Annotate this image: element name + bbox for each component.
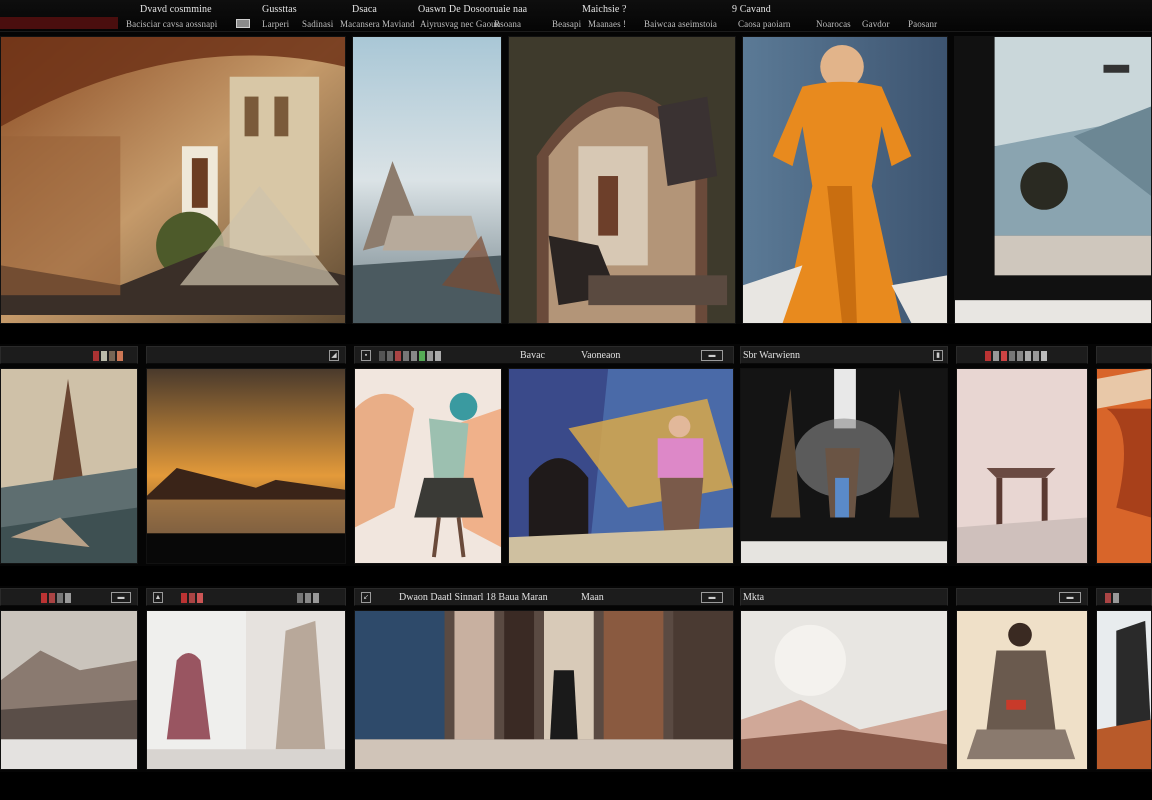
panel-subtitle: Maan xyxy=(581,592,604,603)
gallery-tile-art xyxy=(355,369,501,563)
panel-options-icon[interactable]: ▬ xyxy=(701,592,723,603)
panel-options-icon[interactable]: ▬ xyxy=(1059,592,1081,603)
panel-header: Mkta xyxy=(740,588,948,606)
gallery-tile-art xyxy=(355,611,733,769)
gallery-tile-art xyxy=(957,369,1087,563)
menu-item[interactable]: Gussttas xyxy=(262,4,297,15)
menu-item[interactable]: Dvavd cosmmine xyxy=(140,4,212,15)
gallery-tile-seated-figure[interactable] xyxy=(956,610,1088,770)
gallery-tile-pagoda[interactable] xyxy=(0,368,138,564)
color-swatches[interactable] xyxy=(1105,593,1119,603)
top-menu-bar: Dvavd cosmmine Gussttas Dsaca Oaswn De D… xyxy=(0,0,1152,32)
gallery-tile-sail-sky[interactable] xyxy=(352,36,502,324)
gallery-tile-art xyxy=(509,37,735,323)
menu-item[interactable]: Noarocas xyxy=(816,19,851,29)
color-swatches[interactable] xyxy=(379,351,441,361)
menu-item[interactable]: Maviand xyxy=(382,19,415,29)
panel-options-icon[interactable]: ▮ xyxy=(933,350,943,361)
menu-item[interactable]: Rsoana xyxy=(494,19,521,29)
menu-item[interactable]: Gavdor xyxy=(862,19,890,29)
row-divider xyxy=(0,566,1152,586)
menu-item[interactable]: Beasapi xyxy=(552,19,581,29)
gallery-tile-pale-moon[interactable] xyxy=(740,610,948,770)
gallery-tile-art xyxy=(509,369,733,563)
color-swatches[interactable] xyxy=(181,593,203,603)
menu-item[interactable]: Macansera xyxy=(340,19,380,29)
gallery-tile-art xyxy=(741,369,947,563)
color-swatches[interactable] xyxy=(41,593,71,603)
gallery-tile-art xyxy=(1,369,137,563)
gallery-tile-icon xyxy=(1,37,345,323)
menu-item[interactable]: Caosa paoiarn xyxy=(738,19,791,29)
gallery-tile-art xyxy=(741,611,947,769)
gallery-tile-art xyxy=(1097,369,1151,563)
menu-accent-strip xyxy=(0,17,118,29)
menu-item[interactable]: 9 Cavand xyxy=(732,4,771,15)
gallery-tile-art xyxy=(147,369,345,563)
panel-header: ▲ xyxy=(146,588,346,606)
panel-options-icon[interactable]: ▲ xyxy=(153,592,163,603)
panel-options-icon[interactable]: ▪ xyxy=(361,350,371,361)
color-swatches[interactable] xyxy=(297,593,319,603)
panel-title: Bavac xyxy=(520,350,545,361)
panel-header: ▪ Bavac Vaoneaon ▬ xyxy=(354,346,734,364)
gallery-tile-art xyxy=(353,37,501,323)
panel-header xyxy=(956,346,1088,364)
row-divider xyxy=(0,324,1152,344)
gallery-tile-interior-scene[interactable] xyxy=(0,36,346,324)
menu-item[interactable]: Sadinasi xyxy=(302,19,333,29)
gallery-tile-sunset-sea[interactable] xyxy=(146,368,346,564)
menu-item[interactable]: Dsaca xyxy=(352,4,377,15)
color-swatches[interactable] xyxy=(985,351,1047,361)
gallery-tile-archway[interactable] xyxy=(508,36,736,324)
gallery-tile-fog-figure[interactable] xyxy=(146,610,346,770)
menu-item[interactable]: Baiwcaa aseimstoia xyxy=(644,19,717,29)
gallery-tile-orange-partial[interactable] xyxy=(1096,368,1152,564)
panel-header: Sbr Warwienn ▮ xyxy=(740,346,948,364)
menu-item[interactable]: Maichsie ? xyxy=(582,4,627,15)
menu-item[interactable]: Paosanr xyxy=(908,19,937,29)
gallery-tile-pavilion[interactable] xyxy=(956,368,1088,564)
gallery-tile-dancer[interactable] xyxy=(354,368,502,564)
panel-header xyxy=(0,346,138,364)
panel-subtitle: Vaoneaon xyxy=(581,350,621,361)
panel-header xyxy=(1096,588,1152,606)
gallery-tile-art xyxy=(955,37,1151,323)
panel-header: ↙ Dwaon Daatl Sinnarl 18 Baua Maran Maan… xyxy=(354,588,734,606)
panel-header: ▬ xyxy=(0,588,138,606)
menu-item[interactable]: Bacisciar cavsa aossnapi xyxy=(126,19,217,29)
panel-title: Mkta xyxy=(743,592,765,603)
menu-item[interactable]: Oaswn De Dosooruaie naa xyxy=(418,4,527,15)
gallery-tile-art xyxy=(147,611,345,769)
panel-options-icon[interactable]: ↙ xyxy=(361,592,371,603)
panel-header: ▬ xyxy=(956,588,1088,606)
menu-item[interactable]: Larperi xyxy=(262,19,289,29)
panel-title: Sbr Warwienn xyxy=(743,350,801,361)
gallery-tile-orange-dress[interactable] xyxy=(742,36,948,324)
panel-header: ◢ xyxy=(146,346,346,364)
panel-header xyxy=(1096,346,1152,364)
gallery-tile-tree-partial[interactable] xyxy=(1096,610,1152,770)
gallery-tile-art xyxy=(957,611,1087,769)
gallery-tile-street-market[interactable] xyxy=(354,610,734,770)
gallery-tile-misty-hills[interactable] xyxy=(0,610,138,770)
gallery-tile-art xyxy=(1,611,137,769)
menu-item[interactable]: Maanaes ! xyxy=(588,19,626,29)
gallery-tile-figure-garden[interactable] xyxy=(508,368,734,564)
panel-options-icon[interactable]: ◢ xyxy=(329,350,339,361)
gallery-tile-art xyxy=(1097,611,1151,769)
bottom-bar xyxy=(0,772,1152,800)
gallery-tile-art xyxy=(743,37,947,323)
gallery-tile-forest-figure[interactable] xyxy=(740,368,948,564)
panel-options-icon[interactable]: ▬ xyxy=(111,592,131,603)
gallery-tile-window-view[interactable] xyxy=(954,36,1152,324)
panel-title: Dwaon Daatl Sinnarl 18 Baua Maran xyxy=(399,592,548,603)
color-swatches[interactable] xyxy=(93,351,123,361)
panel-options-icon[interactable]: ▬ xyxy=(701,350,723,361)
menu-item[interactable]: Aiyrusvag nec Gaoun xyxy=(420,19,500,29)
menu-icon[interactable] xyxy=(236,19,250,28)
